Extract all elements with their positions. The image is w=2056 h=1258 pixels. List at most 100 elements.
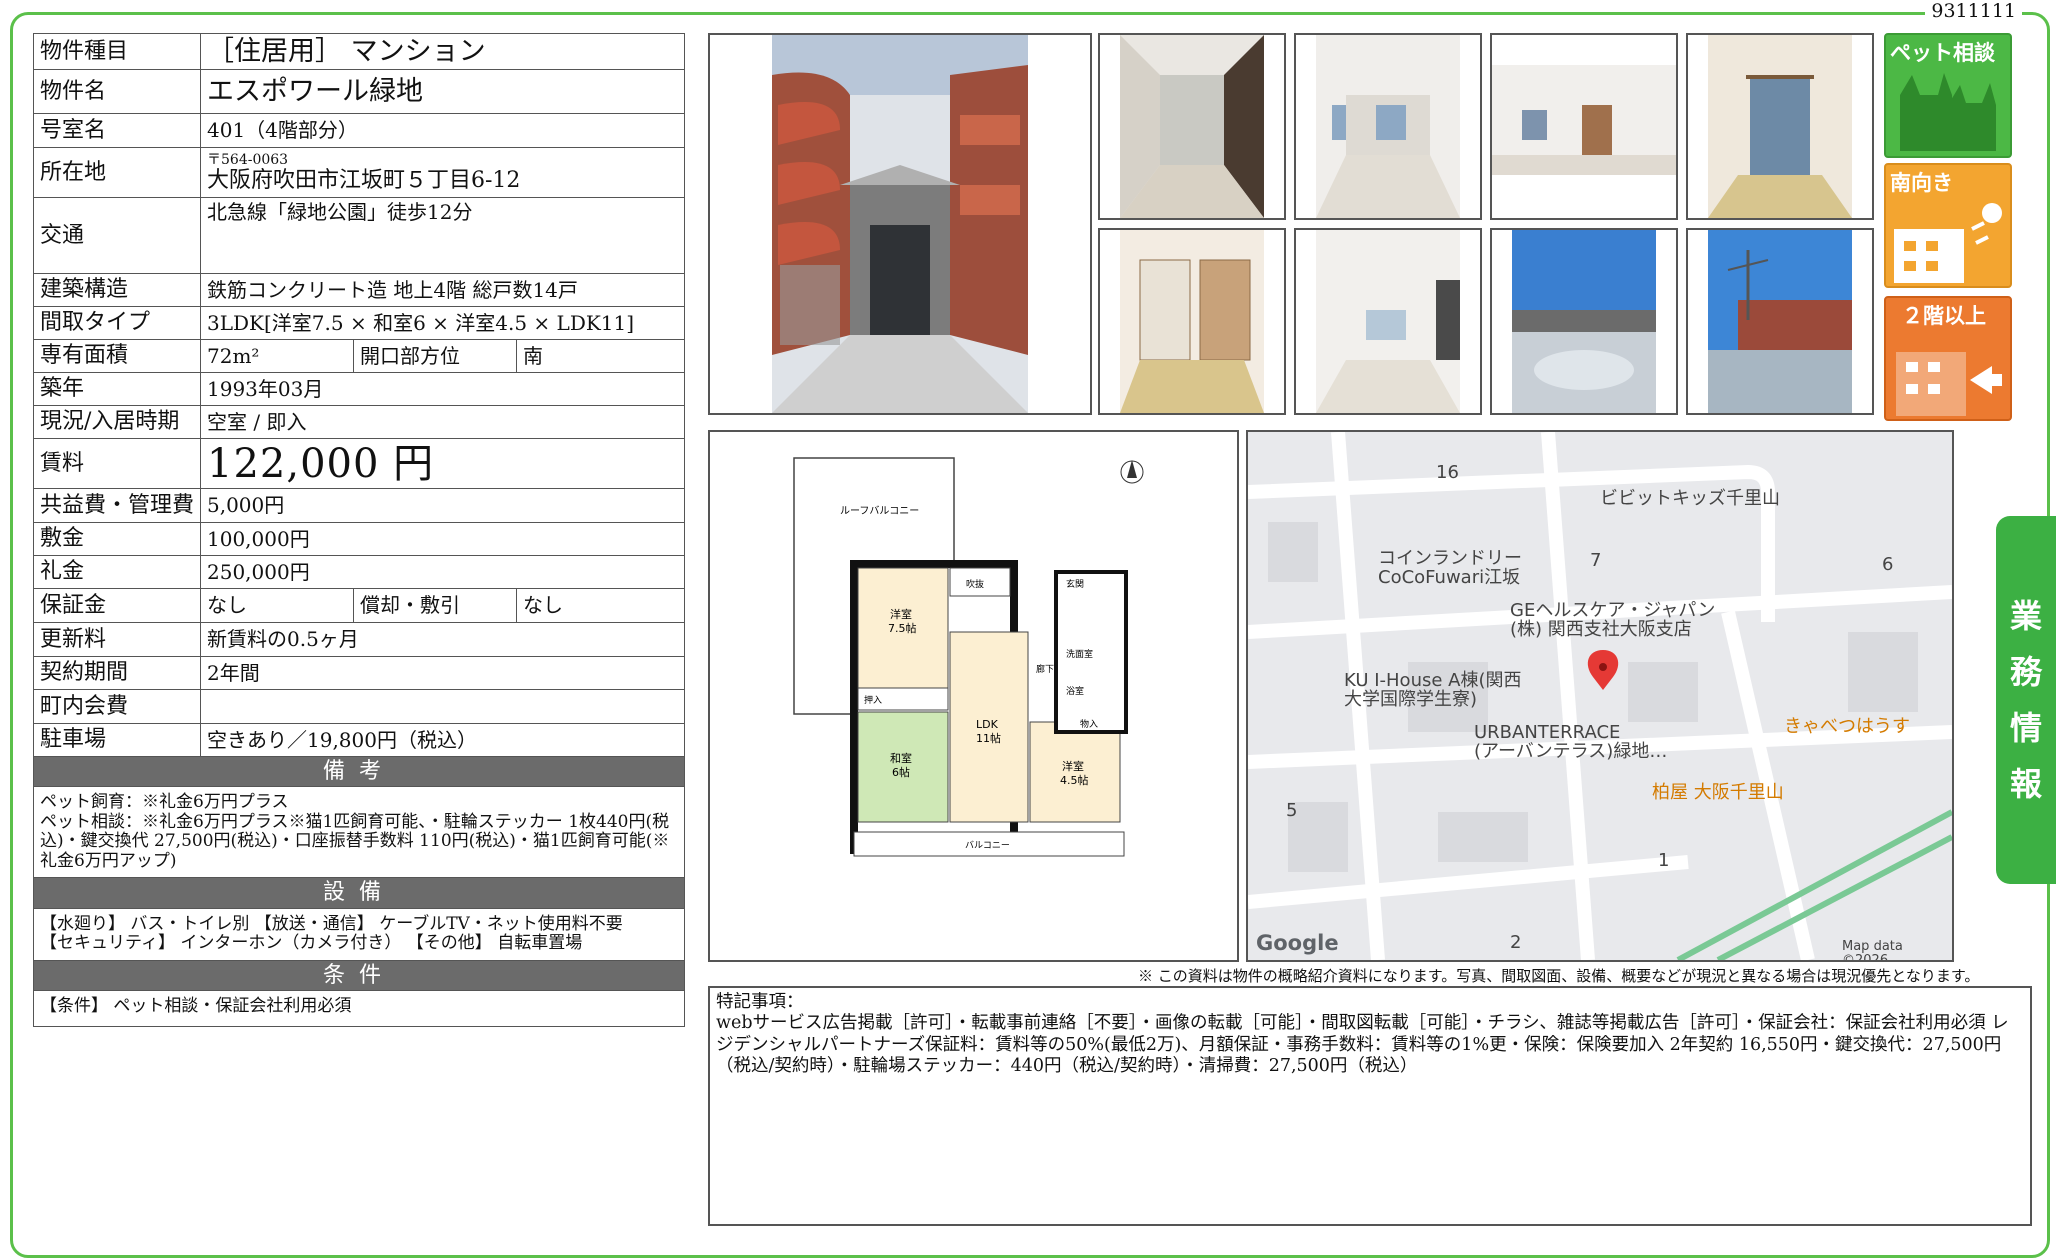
western2-size: 4.5帖 bbox=[1060, 774, 1089, 787]
map-block-1: 1 bbox=[1658, 850, 1670, 871]
photo-exterior[interactable] bbox=[708, 33, 1092, 415]
pet-icon bbox=[1900, 73, 1996, 151]
roof-balcony-label: ルーフバルコニー bbox=[840, 505, 919, 517]
side-tab-char-2: 務 bbox=[2009, 653, 2042, 691]
parking-label: 駐車場 bbox=[33, 723, 201, 757]
area-label: 専有面積 bbox=[33, 339, 201, 373]
renewal-value: 新賃料の0.5ヶ月 bbox=[200, 622, 685, 657]
photo-hallway[interactable] bbox=[1098, 33, 1286, 220]
badge-south-label: 南向き bbox=[1890, 171, 1953, 195]
poi-urbanterrace[interactable]: URBANTERRACE (アーバンテラス)緑地… bbox=[1474, 723, 1667, 762]
side-tab-char-3: 情 bbox=[2009, 709, 2042, 747]
access-label: 交通 bbox=[33, 197, 201, 274]
poi-coin-laundry[interactable]: コインランドリー CoCoFuwari江坂 bbox=[1378, 549, 1522, 588]
western1-label: 洋室 bbox=[890, 607, 912, 621]
status-label: 現況/入居時期 bbox=[33, 405, 201, 439]
contract-value: 2年間 bbox=[200, 656, 685, 690]
ldk-label: LDK bbox=[976, 718, 999, 731]
name-label: 物件名 bbox=[33, 69, 201, 114]
google-logo: Google bbox=[1256, 931, 1339, 955]
fukinuke-label: 吹抜 bbox=[966, 578, 984, 590]
keymoney-label: 礼金 bbox=[33, 555, 201, 589]
built-label: 築年 bbox=[33, 372, 201, 406]
layout-label: 間取タイプ bbox=[33, 306, 201, 340]
entrance-label: 玄関 bbox=[1066, 578, 1084, 590]
type-label: 物件種目 bbox=[33, 33, 201, 70]
map-credit: Map data ©2026 bbox=[1842, 939, 1903, 962]
assoc-label: 町内会費 bbox=[33, 689, 201, 724]
parking-value: 空きあり／19,800円（税込） bbox=[200, 723, 685, 757]
address-label: 所在地 bbox=[33, 147, 201, 198]
special-notes: 特記事項： webサービス広告掲載［許可］・転載事前連絡［不要］・画像の転載［可… bbox=[708, 986, 2032, 1226]
badge-floor-label: ２階以上 bbox=[1902, 304, 1986, 328]
area-value: 72m² bbox=[200, 339, 354, 373]
balcony-label: バルコニー bbox=[965, 840, 1010, 851]
japanese-label: 和室 bbox=[890, 751, 912, 765]
conditions-text: 【条件】 ペット相談・保証会社利用必須 bbox=[33, 990, 685, 1028]
status-value: 空室 / 即入 bbox=[200, 405, 685, 439]
rent-value: 122,000 円 bbox=[200, 438, 685, 489]
poi-kyabetsu-house[interactable]: きゃべつはうす bbox=[1784, 717, 1910, 737]
deposit-value: 100,000円 bbox=[200, 522, 685, 556]
floor-plan[interactable]: ルーフバルコニー 洋室 7.5帖 押入 和室 6帖 LDK 11帖 吹抜 洋室 … bbox=[708, 430, 1239, 962]
north-arrow-icon bbox=[1120, 460, 1144, 484]
poi-ku-ihouse[interactable]: KU I-House A棟(関西 大学国際学生寮) bbox=[1344, 671, 1522, 710]
side-tab-char-1: 業 bbox=[2009, 597, 2042, 635]
direction-value: 南 bbox=[516, 339, 685, 373]
photo-living-room[interactable] bbox=[1294, 33, 1482, 220]
amort-label: 償却・敷引 bbox=[353, 588, 517, 623]
house-sun-icon bbox=[1894, 203, 2002, 283]
western1-size: 7.5帖 bbox=[888, 622, 917, 635]
type-value: ［住居用］ マンション bbox=[200, 33, 685, 70]
photo-roof-antenna[interactable] bbox=[1686, 228, 1874, 415]
photo-japanese-room[interactable] bbox=[1098, 228, 1286, 415]
side-tab-char-4: 報 bbox=[2009, 765, 2042, 803]
photo-bright-room[interactable] bbox=[1294, 228, 1482, 415]
remarks-text: ペット飼育：※礼金6万円プラス ペット相談：※礼金6万円プラス※猫1匹飼育可能、… bbox=[33, 786, 685, 879]
map-block-16: 16 bbox=[1436, 462, 1459, 483]
structure-value: 鉄筋コンクリート造 地上4階 総戸数14戸 bbox=[200, 273, 685, 307]
guarantee-value: なし bbox=[200, 588, 354, 623]
photo-room-empty[interactable] bbox=[1490, 33, 1678, 220]
map-block-7: 7 bbox=[1590, 550, 1602, 571]
property-info-table: 物件種目 ［住居用］ マンション 物件名 エスポワール緑地 号室名 401（4階部分）… bbox=[33, 33, 685, 1028]
room-value: 401（4階部分） bbox=[200, 113, 685, 148]
address-value: 大阪府吹田市江坂町５丁目6-12 bbox=[207, 167, 521, 193]
postal-code: 〒564-0063 bbox=[207, 151, 289, 168]
facilities-header: 設備 bbox=[33, 877, 685, 909]
poi-vivid-kids[interactable]: ビビットキッズ千里山 bbox=[1600, 489, 1780, 509]
room-label: 号室名 bbox=[33, 113, 201, 148]
location-map[interactable]: 16 7 6 5 1 2 ビビットキッズ千里山 コインランドリー CoCoFuw… bbox=[1246, 430, 1954, 962]
poi-ge-healthcare[interactable]: GEヘルスケア・ジャパン (株) 関西支社大阪支店 bbox=[1510, 601, 1715, 640]
name-value: エスポワール緑地 bbox=[200, 69, 685, 114]
built-value: 1993年03月 bbox=[200, 372, 685, 406]
bath-label: 浴室 bbox=[1066, 685, 1084, 697]
fee-label: 共益費・管理費 bbox=[33, 488, 201, 523]
badge-south-facing: 南向き bbox=[1884, 163, 2012, 288]
fee-value: 5,000円 bbox=[200, 488, 685, 523]
rent-label: 賃料 bbox=[33, 438, 201, 489]
storage-label: 物入 bbox=[1080, 718, 1098, 730]
hall-label: 廊下 bbox=[1036, 663, 1054, 675]
photo-rooftop[interactable] bbox=[1490, 228, 1678, 415]
assoc-value bbox=[200, 689, 685, 724]
badge-pet-label: ペット相談 bbox=[1890, 41, 1995, 65]
notes-title: 特記事項： bbox=[716, 992, 804, 1012]
business-info-tab[interactable]: 業 務 情 報 bbox=[1996, 516, 2056, 884]
photo-tatami-room[interactable] bbox=[1686, 33, 1874, 220]
badge-pet-consult: ペット相談 bbox=[1884, 33, 2012, 158]
washroom-label: 洗面室 bbox=[1066, 648, 1093, 660]
map-block-2: 2 bbox=[1510, 932, 1522, 953]
deposit-label: 敷金 bbox=[33, 522, 201, 556]
guarantee-label: 保証金 bbox=[33, 588, 201, 623]
map-block-6: 6 bbox=[1882, 554, 1894, 575]
building-arrow-icon bbox=[1896, 352, 2002, 416]
japanese-size: 6帖 bbox=[892, 766, 910, 779]
structure-label: 建築構造 bbox=[33, 273, 201, 307]
remarks-header: 備考 bbox=[33, 755, 685, 788]
renewal-label: 更新料 bbox=[33, 622, 201, 657]
contract-label: 契約期間 bbox=[33, 656, 201, 690]
facilities-text: 【水廻り】 バス・トイレ別 【放送・通信】 ケーブルTV・ネット使用料不要 【セ… bbox=[33, 907, 685, 961]
poi-kashiwaya[interactable]: 柏屋 大阪千里山 bbox=[1652, 783, 1784, 803]
ldk-size: 11帖 bbox=[976, 732, 1001, 745]
